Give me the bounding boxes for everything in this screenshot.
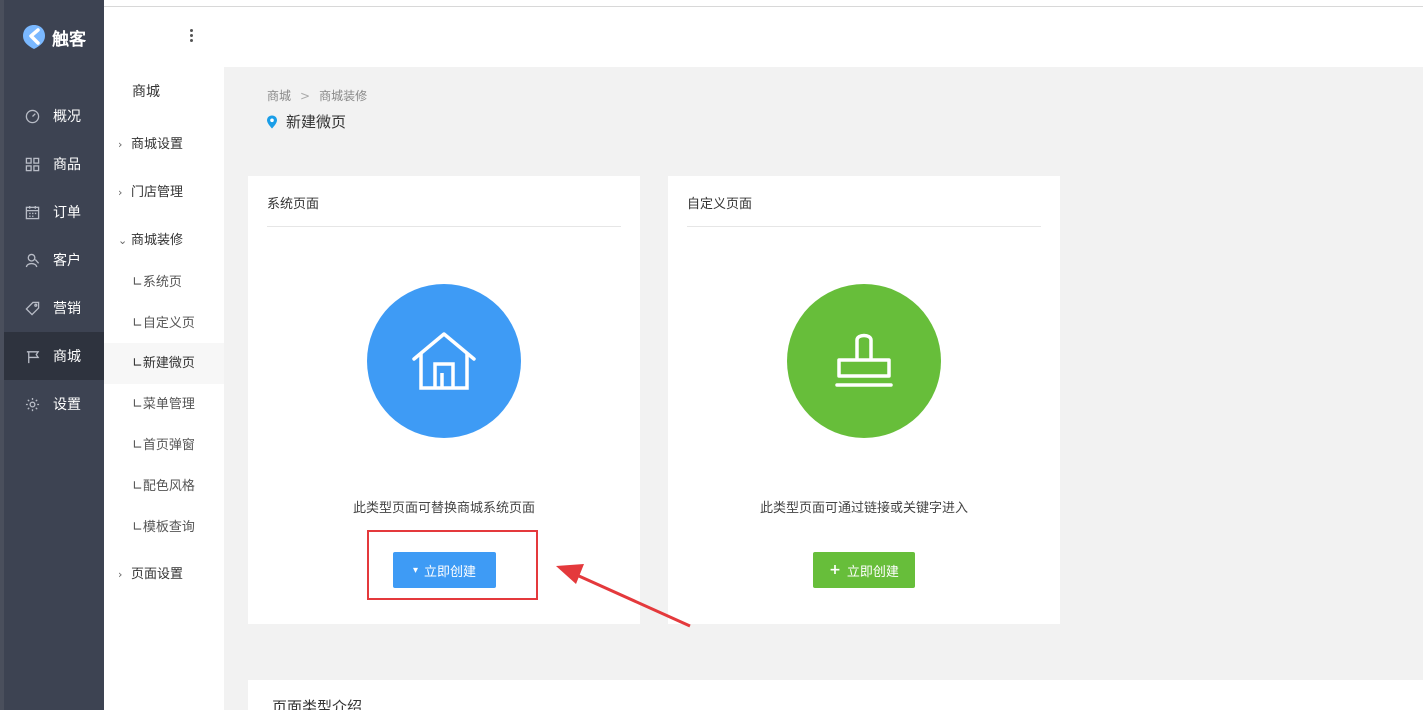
breadcrumb-item[interactable]: 商城装修 [319,89,367,103]
top-bar [104,6,1423,67]
sidebar-item-products[interactable]: 商品 [4,140,104,188]
stamp-icon [787,284,941,438]
sidebar-item-overview[interactable]: 概况 [4,92,104,140]
sidebar-item-label: 商城 [53,349,81,365]
subnav-item-home-popup[interactable]: ∟首页弹窗 [104,425,224,466]
sidebar-item-orders[interactable]: 订单 [4,188,104,236]
tag-icon [24,300,40,316]
highlight-box-subnav [116,345,223,380]
sidebar-item-label: 客户 [53,253,81,269]
location-pin-icon [267,115,277,128]
sidebar-item-label: 营销 [53,301,81,317]
app-logo[interactable]: 触客 [22,24,86,50]
subnav-group-label: 商城设置 [131,137,184,152]
subnav-group-page-settings[interactable]: › 页面设置 [118,563,183,582]
dashboard-icon [24,108,40,124]
chevron-right-icon: › [118,186,123,199]
primary-sidebar: 触客 概况 商品 订单 客户 营销 商城 设置 [0,0,104,710]
gear-icon [24,396,40,412]
page-title: 新建微页 [266,111,346,132]
sidebar-item-customers[interactable]: 客户 [4,236,104,284]
card-divider [687,226,1041,227]
subnav-title: 商城 [132,84,160,100]
card-divider [267,226,621,227]
button-label: 立即创建 [846,564,899,580]
subnav-item-template-query[interactable]: ∟模板查询 [104,507,224,548]
sidebar-item-label: 商品 [53,157,81,173]
sidebar-item-label: 设置 [53,397,81,413]
highlight-box-button [367,530,538,600]
subnav-group-label: 页面设置 [131,567,184,582]
card-description: 此类型页面可替换商城系统页面 [352,501,535,516]
more-menu-icon[interactable] [190,29,194,44]
primary-nav: 概况 商品 订单 客户 营销 商城 设置 [4,92,104,428]
card-description: 此类型页面可通过链接或关键字进入 [759,501,968,516]
app-name: 触客 [52,29,86,50]
subnav-group-mall-decoration[interactable]: ⌄ 商城装修 [118,229,183,248]
breadcrumb: 商城 > 商城装修 [267,87,367,104]
sidebar-item-label: 订单 [53,205,81,221]
plus-icon: + [829,562,841,578]
sidebar-item-marketing[interactable]: 营销 [4,284,104,332]
page-type-intro-section: 页面类型介绍 [248,680,1423,710]
logo-icon [23,25,45,49]
subnav-item-system-page[interactable]: ∟系统页 [104,262,224,303]
chevron-right-icon: › [118,138,123,151]
house-icon [367,284,521,438]
annotation-arrow-icon [556,564,691,628]
subnav-group-label: 商城装修 [131,233,184,248]
grid-icon [24,156,40,172]
subnav-group-mall-settings[interactable]: › 商城设置 [118,133,183,152]
section-title: 页面类型介绍 [272,698,363,710]
sidebar-item-mall[interactable]: 商城 [4,332,104,380]
sidebar-item-label: 概况 [53,109,81,125]
flag-icon [24,348,40,364]
breadcrumb-separator: > [300,89,311,103]
subnav-group-label: 门店管理 [131,185,184,200]
page-title-text: 新建微页 [286,113,347,131]
breadcrumb-item[interactable]: 商城 [267,89,291,103]
card-title: 自定义页面 [687,197,753,212]
secondary-sidebar: 商城 › 商城设置 › 门店管理 ⌄ 商城装修 ∟系统页 ∟自定义页 ∟新建微页 ∟菜… [104,67,224,710]
subnav-item-custom-page[interactable]: ∟自定义页 [104,303,224,344]
calendar-icon [24,204,40,220]
user-icon [24,252,40,268]
subnav-item-color-style[interactable]: ∟配色风格 [104,466,224,507]
chevron-down-icon: ⌄ [118,234,128,247]
sidebar-item-settings[interactable]: 设置 [4,380,104,428]
custom-page-card: 自定义页面 此类型页面可通过链接或关键字进入 + 立即创建 [668,176,1060,624]
subnav-item-menu-management[interactable]: ∟菜单管理 [104,384,224,425]
subnav-group-store-management[interactable]: › 门店管理 [118,181,183,200]
create-custom-page-button[interactable]: + 立即创建 [813,552,915,588]
chevron-right-icon: › [118,568,123,581]
card-title: 系统页面 [267,197,320,212]
